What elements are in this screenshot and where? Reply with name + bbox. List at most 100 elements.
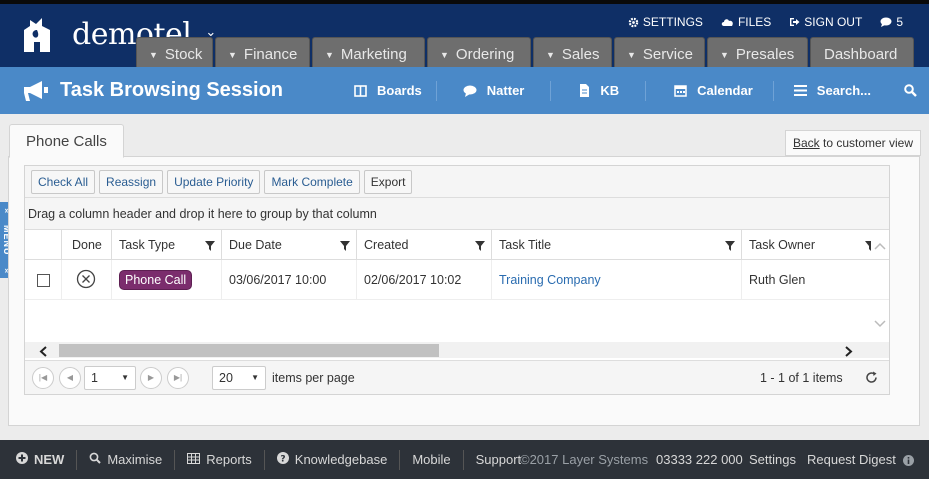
- footer-bar: NEW Maximise Reports ? Knowledgebase Mob…: [0, 440, 929, 479]
- chat-link[interactable]: 5: [880, 15, 903, 29]
- maximise-button[interactable]: Maximise: [77, 449, 176, 470]
- created-cell: 02/06/2017 10:02: [357, 260, 492, 300]
- info-icon[interactable]: [903, 454, 914, 469]
- footer-settings-link[interactable]: Settings: [749, 452, 796, 467]
- done-cell: [62, 260, 112, 300]
- copyright-text: ©2017 Layer Systems: [520, 452, 649, 467]
- caret-down-icon: ▼: [440, 49, 449, 60]
- pager-summary: 1 - 1 of 1 items: [760, 370, 843, 385]
- svg-text:?: ?: [280, 455, 285, 465]
- dropdown-caret-icon: ▼: [251, 373, 259, 382]
- nav-tab-marketing[interactable]: ▼ Marketing: [312, 37, 425, 71]
- sub-nav-search[interactable]: Search...: [774, 81, 885, 101]
- filter-icon[interactable]: [205, 240, 215, 254]
- nav-tab-dashboard[interactable]: Dashboard: [810, 37, 914, 71]
- refresh-icon[interactable]: [865, 371, 878, 387]
- scroll-right-icon[interactable]: [845, 345, 853, 360]
- circle-x-icon[interactable]: [76, 269, 96, 292]
- knowledgebase-link[interactable]: ? Knowledgebase: [265, 449, 401, 470]
- list-icon: [793, 85, 807, 96]
- column-header-task-owner[interactable]: Task Owner: [742, 230, 873, 260]
- reassign-button[interactable]: Reassign: [99, 169, 164, 194]
- due-date-cell: 03/06/2017 10:00: [222, 260, 357, 300]
- nav-tab-sales[interactable]: ▼ Sales: [533, 37, 612, 71]
- column-header-created[interactable]: Created: [357, 230, 492, 260]
- previous-page-button[interactable]: ◀: [59, 366, 81, 389]
- column-headers: Done Task Type Due Date Created Task Tit…: [25, 230, 889, 260]
- filter-icon[interactable]: [340, 240, 350, 254]
- sub-nav: Boards Natter KB Calendar Search...: [340, 67, 885, 114]
- row-checkbox[interactable]: [37, 273, 50, 287]
- sub-nav-natter[interactable]: Natter: [437, 80, 552, 101]
- grid-pager: |◀ ◀ 1 ▼ ▶ ▶| 20 ▼ items per page 1 - 1 of…: [25, 360, 889, 394]
- column-header-task-type[interactable]: Task Type: [112, 230, 222, 260]
- column-header-due-date[interactable]: Due Date: [222, 230, 357, 260]
- page-select[interactable]: 1 ▼: [84, 365, 136, 390]
- table-row[interactable]: Phone Call 03/06/2017 10:00 02/06/2017 1…: [25, 260, 889, 300]
- nav-tab-service[interactable]: ▼ Service: [614, 37, 705, 71]
- task-type-badge: Phone Call: [119, 270, 193, 290]
- last-page-button[interactable]: ▶|: [167, 366, 189, 389]
- caret-down-icon: ▼: [627, 49, 636, 60]
- column-header-task-title[interactable]: Task Title: [492, 230, 742, 260]
- sub-nav-kb[interactable]: KB: [551, 80, 647, 101]
- table-icon: [187, 452, 201, 467]
- back-to-customer-link[interactable]: Back to customer view: [785, 130, 921, 156]
- top-bar: demotel ⌄ SETTINGS FILES SIGN OUT 5 ▼ Sto…: [0, 0, 929, 71]
- task-type-cell: Phone Call: [112, 260, 222, 300]
- caret-down-icon: ▼: [149, 49, 158, 60]
- nav-tab-ordering[interactable]: ▼ Ordering: [427, 37, 531, 71]
- question-circle-icon: ?: [276, 452, 289, 467]
- caret-down-icon: ▼: [720, 49, 729, 60]
- column-header-done[interactable]: Done: [62, 230, 112, 260]
- horizontal-scroll-thumb[interactable]: [59, 344, 439, 357]
- nav-tab-finance[interactable]: ▼ Finance: [215, 37, 310, 71]
- sign-out-label: SIGN OUT: [804, 15, 863, 29]
- mobile-link[interactable]: Mobile: [400, 449, 464, 470]
- check-all-button[interactable]: Check All: [31, 169, 96, 194]
- files-label: FILES: [737, 15, 772, 29]
- horizontal-scrollbar[interactable]: [25, 342, 889, 358]
- row-select-cell: [25, 260, 62, 300]
- next-page-button[interactable]: ▶: [140, 366, 162, 389]
- tasks-grid: Check All Reassign Update Priority Mark …: [24, 165, 890, 395]
- sub-nav-boards[interactable]: Boards: [340, 80, 437, 101]
- items-per-page-label: items per page: [272, 370, 355, 385]
- group-by-drop-zone[interactable]: Drag a column header and drop it here to…: [25, 198, 889, 230]
- gear-icon: [628, 17, 639, 27]
- search-icon[interactable]: [904, 84, 917, 100]
- nav-tab-stock[interactable]: ▼ Stock: [136, 37, 213, 71]
- update-priority-button[interactable]: Update Priority: [167, 169, 261, 194]
- support-link[interactable]: Support: [464, 450, 526, 470]
- sign-out-link[interactable]: SIGN OUT: [789, 15, 862, 29]
- task-title-cell: Training Company: [492, 260, 742, 300]
- back-link[interactable]: Back: [793, 136, 820, 150]
- page-size-select[interactable]: 20 ▼: [212, 365, 266, 390]
- tab-phone-calls[interactable]: Phone Calls: [9, 124, 124, 158]
- sign-out-icon: [790, 18, 800, 26]
- scroll-up-icon[interactable]: [874, 238, 886, 253]
- cloud-icon: [721, 19, 733, 26]
- page-header: Task Browsing Session Boards Natter KB C…: [0, 67, 929, 114]
- nav-tab-presales[interactable]: ▼ Presales: [707, 37, 808, 71]
- request-digest-link[interactable]: Request Digest: [807, 452, 896, 467]
- new-button[interactable]: NEW: [0, 449, 78, 470]
- vertical-scrollbar[interactable]: [871, 228, 889, 340]
- mark-complete-button[interactable]: Mark Complete: [264, 169, 360, 194]
- boards-icon: [354, 84, 367, 97]
- task-title-link[interactable]: Training Company: [499, 273, 601, 287]
- main-nav: ▼ Stock ▼ Finance ▼ Marketing ▼ Ordering ▼ Sa…: [136, 37, 914, 71]
- filter-icon[interactable]: [475, 240, 485, 254]
- caret-down-icon: ▼: [228, 49, 237, 60]
- settings-link[interactable]: SETTINGS: [628, 15, 703, 29]
- files-link[interactable]: FILES: [721, 15, 771, 29]
- zoom-icon: [89, 452, 102, 467]
- filter-icon[interactable]: [725, 240, 735, 254]
- sub-nav-calendar[interactable]: Calendar: [646, 80, 774, 101]
- scroll-left-icon[interactable]: [39, 345, 47, 360]
- caret-down-icon: ▼: [546, 49, 555, 60]
- reports-link[interactable]: Reports: [175, 449, 265, 470]
- first-page-button[interactable]: |◀: [32, 366, 54, 389]
- export-button[interactable]: Export: [363, 169, 413, 194]
- scroll-down-icon[interactable]: [874, 316, 886, 331]
